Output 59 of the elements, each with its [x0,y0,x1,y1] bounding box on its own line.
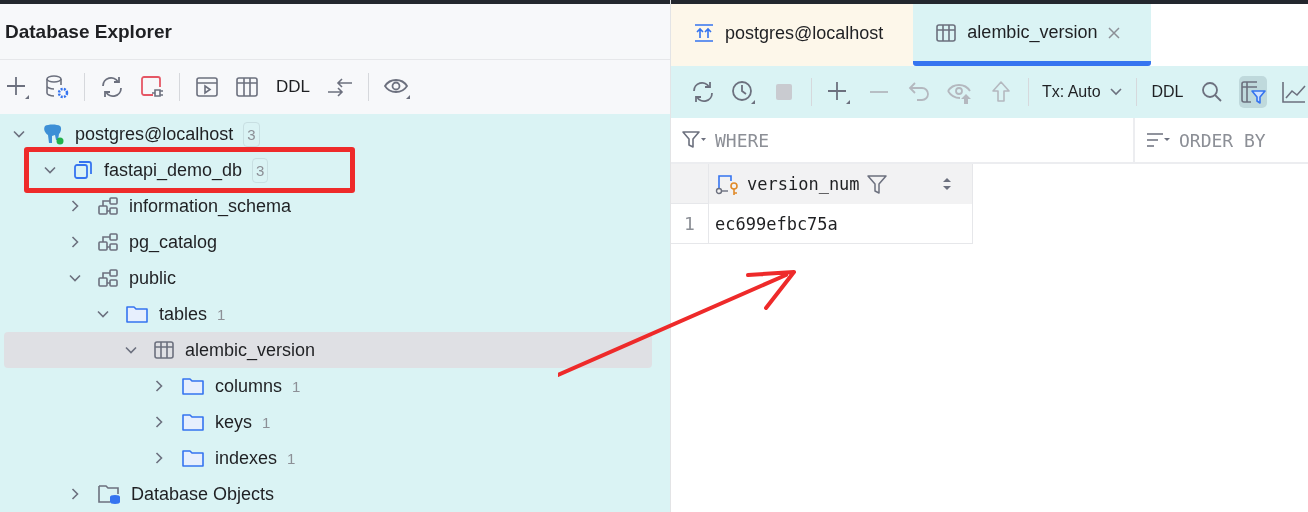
count-badge: 3 [252,157,269,183]
ddl-button[interactable]: DDL [274,77,312,98]
folder-icon [181,376,205,396]
table-filter-icon [1239,78,1268,106]
blocks-icon [97,231,119,253]
toggle-button-on[interactable] [1239,76,1268,108]
tree-label: indexes [215,447,278,469]
editor-tab[interactable]: postgres@localhost [671,4,914,66]
tree-item[interactable]: Database Objects [4,476,652,512]
column-header[interactable]: version_num [709,164,973,204]
framed-tree-item[interactable]: fastapi_demo_db 3 [24,147,356,193]
folder-icon [125,304,149,324]
order-by-field[interactable]: ORDER BY [1177,128,1308,152]
tree-item[interactable]: indexes 1 [4,440,652,476]
editor-tab[interactable]: alembic_version [913,4,1152,66]
count-label: 1 [292,377,301,395]
sort-arrows-icon[interactable] [942,176,952,192]
filter-icon[interactable] [865,173,888,195]
column-key-icon [715,172,741,196]
database-gear-icon[interactable] [44,74,70,101]
where-field[interactable]: WHERE [713,128,867,152]
panel-title: Database Explorer [5,20,172,43]
tree-label: fastapi_demo_db [104,159,243,181]
tree-label: information_schema [129,195,292,217]
tree-label: Database Objects [131,483,275,505]
tree-item[interactable]: keys 1 [4,404,652,440]
row-number: 1 [671,204,709,244]
console-arrows-icon [693,23,715,43]
stacked-squares-icon [72,159,94,181]
close-icon[interactable] [1107,25,1122,40]
tree-item[interactable]: public [4,260,652,296]
count-label: 1 [217,305,226,323]
blocks-icon [97,195,119,217]
tree-label: postgres@localhost [75,123,234,145]
blocks-icon [97,267,119,289]
tree-item[interactable]: pg_catalog [4,224,652,260]
folder-icon [181,448,205,468]
count-label: 1 [287,449,296,467]
table-cell: ec699efbc75a [709,204,973,244]
tree-label: alembic_version [185,339,316,361]
tree-label: pg_catalog [129,231,218,253]
count-badge: 3 [243,121,260,147]
tree-item[interactable]: columns 1 [4,368,652,404]
filter-icon [681,129,707,151]
folder-icon [181,412,205,432]
ddl-button[interactable]: DDL [1149,83,1186,101]
table-icon [153,339,175,361]
caret-icon [1108,87,1123,97]
tree-label: keys [215,411,252,433]
count-label: 1 [262,413,271,431]
plus-icon[interactable] [4,74,30,101]
tree-label: tables [159,303,208,325]
tree-item[interactable]: alembic_version [4,332,652,368]
tree-label: public [129,267,177,289]
table-icon [935,21,958,44]
folder-database-icon [97,483,121,505]
transaction-dropdown[interactable]: Tx: Auto [1041,83,1123,101]
tree-item[interactable]: tables 1 [4,296,652,332]
tree-label: columns [215,375,283,397]
